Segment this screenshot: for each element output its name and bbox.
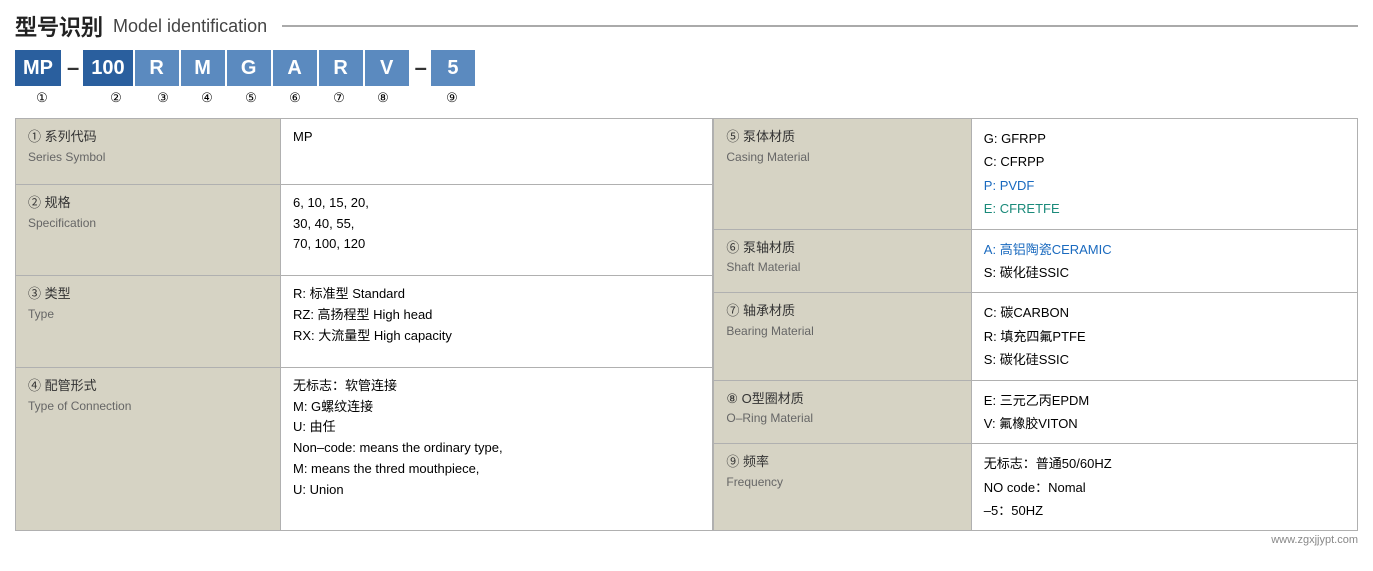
model-dash: – <box>67 55 79 81</box>
right-label-2: ⑦ 轴承材质Bearing Material <box>714 293 971 380</box>
page-container: 型号识别 Model identification MP–100RMGARV–5… <box>15 10 1358 546</box>
right-label-en-3: O–Ring Material <box>726 409 958 428</box>
right-label-cn-2: ⑦ 轴承材质 <box>726 301 958 322</box>
value-line: C: CFRPP <box>984 150 1345 173</box>
right-row-3: ⑧ O型圈材质O–Ring MaterialE: 三元乙丙EPDMV: 氟橡胶V… <box>714 380 1358 444</box>
left-row-2: ③ 类型TypeR: 标准型 Standard RZ: 高扬程型 High he… <box>16 276 713 368</box>
label-cn-2: ③ 类型 <box>28 284 268 305</box>
left-row-1: ② 规格Specification6, 10, 15, 20, 30, 40, … <box>16 184 713 276</box>
num-label-4: ⑤ <box>229 90 273 106</box>
left-label-2: ③ 类型Type <box>16 276 281 368</box>
right-label-cn-4: ⑨ 频率 <box>726 452 958 473</box>
right-row-2: ⑦ 轴承材质Bearing MaterialC: 碳CARBONR: 填充四氟P… <box>714 293 1358 380</box>
right-value-2: C: 碳CARBONR: 填充四氟PTFES: 碳化硅SSIC <box>971 293 1357 380</box>
left-value-1: 6, 10, 15, 20, 30, 40, 55, 70, 100, 120 <box>280 184 712 276</box>
right-value-1: A: 高铝陶瓷CERAMICS: 碳化硅SSIC <box>971 229 1357 293</box>
label-cn-3: ④ 配管形式 <box>28 376 268 397</box>
title-en: Model identification <box>113 16 267 37</box>
left-row-0: ① 系列代码Series SymbolMP <box>16 119 713 185</box>
value-line: NO code：Nomal <box>984 476 1345 499</box>
title-row: 型号识别 Model identification <box>15 10 1358 42</box>
num-label-2: ③ <box>141 90 185 106</box>
value-line: A: 高铝陶瓷CERAMIC <box>984 238 1345 261</box>
model-part-3: M <box>181 50 225 86</box>
value-line: S: 碳化硅SSIC <box>984 261 1345 284</box>
value-line: E: CFRETFE <box>984 197 1345 220</box>
right-row-1: ⑥ 泵轴材质Shaft MaterialA: 高铝陶瓷CERAMICS: 碳化硅… <box>714 229 1358 293</box>
right-value-0: G: GFRPPC: CFRPPP: PVDFE: CFRETFE <box>971 119 1357 230</box>
num-label-1: ② <box>91 90 141 106</box>
value-line: C: 碳CARBON <box>984 301 1345 324</box>
right-label-en-1: Shaft Material <box>726 258 958 277</box>
right-value-4: 无标志：普通50/60HZNO code：Nomal–5：50HZ <box>971 444 1357 531</box>
right-label-cn-0: ⑤ 泵体材质 <box>726 127 958 148</box>
label-cn-0: ① 系列代码 <box>28 127 268 148</box>
num-label-5: ⑥ <box>273 90 317 106</box>
value-line: P: PVDF <box>984 174 1345 197</box>
model-code-row: MP–100RMGARV–5 <box>15 50 1358 86</box>
right-label-en-0: Casing Material <box>726 148 958 167</box>
num-label-3: ④ <box>185 90 229 106</box>
value-line: S: 碳化硅SSIC <box>984 348 1345 371</box>
label-en-1: Specification <box>28 214 268 233</box>
value-line: R: 填充四氟PTFE <box>984 325 1345 348</box>
tables-container: ① 系列代码Series SymbolMP② 规格Specification6,… <box>15 118 1358 531</box>
left-row-3: ④ 配管形式Type of Connection无标志：软管连接 M: G螺纹连… <box>16 367 713 531</box>
label-en-2: Type <box>28 305 268 324</box>
model-part-1: 100 <box>83 50 132 86</box>
left-value-3: 无标志：软管连接 M: G螺纹连接 U: 由任 Non–code: means … <box>280 367 712 531</box>
right-label-1: ⑥ 泵轴材质Shaft Material <box>714 229 971 293</box>
label-en-0: Series Symbol <box>28 148 268 167</box>
left-label-1: ② 规格Specification <box>16 184 281 276</box>
value-line: E: 三元乙丙EPDM <box>984 389 1345 412</box>
number-row: ① ②③④⑤⑥⑦⑧ ⑨ <box>15 90 1358 106</box>
model-part-6: R <box>319 50 363 86</box>
model-part-0: MP <box>15 50 61 86</box>
right-label-0: ⑤ 泵体材质Casing Material <box>714 119 971 230</box>
right-label-4: ⑨ 频率Frequency <box>714 444 971 531</box>
value-line: –5：50HZ <box>984 499 1345 522</box>
right-row-0: ⑤ 泵体材质Casing MaterialG: GFRPPC: CFRPPP: … <box>714 119 1358 230</box>
left-value-2: R: 标准型 Standard RZ: 高扬程型 High head RX: 大… <box>280 276 712 368</box>
right-row-4: ⑨ 频率Frequency无标志：普通50/60HZNO code：Nomal–… <box>714 444 1358 531</box>
num-label-8: ⑨ <box>427 90 477 106</box>
left-label-0: ① 系列代码Series Symbol <box>16 119 281 185</box>
right-label-3: ⑧ O型圈材质O–Ring Material <box>714 380 971 444</box>
footer-url: www.zgxjjypt.com <box>15 534 1358 546</box>
right-label-en-2: Bearing Material <box>726 322 958 341</box>
right-label-en-4: Frequency <box>726 473 958 492</box>
title-cn: 型号识别 <box>15 10 103 42</box>
left-label-3: ④ 配管形式Type of Connection <box>16 367 281 531</box>
num-label-7: ⑧ <box>361 90 405 106</box>
right-table: ⑤ 泵体材质Casing MaterialG: GFRPPC: CFRPPP: … <box>713 118 1358 531</box>
num-label-6: ⑦ <box>317 90 361 106</box>
title-divider <box>282 25 1358 27</box>
right-label-cn-3: ⑧ O型圈材质 <box>726 389 958 410</box>
value-line: V: 氟橡胶VITON <box>984 412 1345 435</box>
right-label-cn-1: ⑥ 泵轴材质 <box>726 238 958 259</box>
model-part-4: G <box>227 50 271 86</box>
num-label-0: ① <box>15 90 69 106</box>
label-cn-1: ② 规格 <box>28 193 268 214</box>
value-line: 无标志：普通50/60HZ <box>984 452 1345 475</box>
value-line: G: GFRPP <box>984 127 1345 150</box>
model-part-8: 5 <box>431 50 475 86</box>
model-part-2: R <box>135 50 179 86</box>
left-value-0: MP <box>280 119 712 185</box>
model-part-5: A <box>273 50 317 86</box>
left-table: ① 系列代码Series SymbolMP② 规格Specification6,… <box>15 118 713 531</box>
model-part-7: V <box>365 50 409 86</box>
right-value-3: E: 三元乙丙EPDMV: 氟橡胶VITON <box>971 380 1357 444</box>
model-dash: – <box>415 55 427 81</box>
label-en-3: Type of Connection <box>28 397 268 416</box>
